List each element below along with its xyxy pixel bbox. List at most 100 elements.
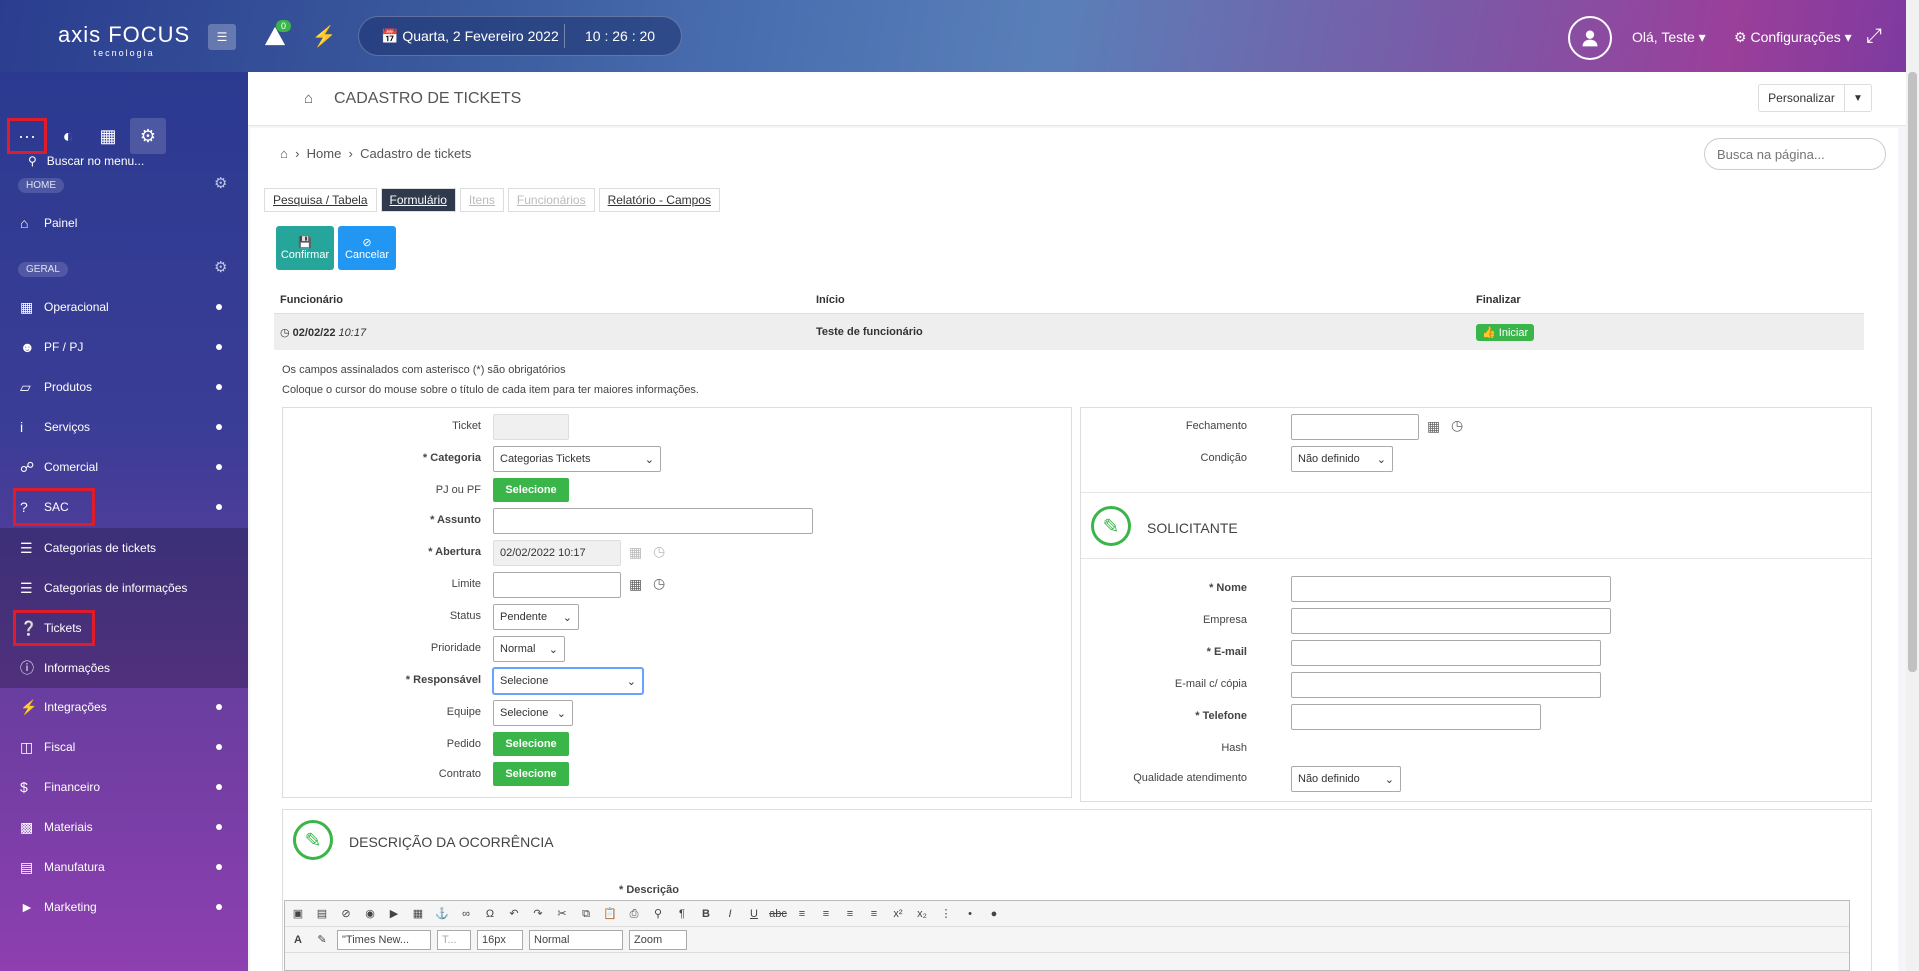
dashboard-icon[interactable]: ◐ bbox=[50, 120, 86, 152]
calendar-icon[interactable]: ▦ bbox=[1427, 418, 1440, 435]
anchor-icon[interactable]: ⚓ bbox=[433, 905, 451, 923]
user-menu[interactable]: Olá, Teste ▾ bbox=[1632, 29, 1706, 46]
sidebar-item-marketing[interactable]: ► Marketing bbox=[0, 890, 248, 924]
responsavel-select[interactable]: Selecione ⌄ bbox=[493, 668, 643, 694]
media-icon[interactable]: ◉ bbox=[361, 905, 379, 923]
personalizar-button[interactable]: Personalizar ▼ bbox=[1758, 84, 1872, 112]
undo-icon[interactable]: ↶ bbox=[505, 905, 523, 923]
print-icon[interactable]: ⎙ bbox=[625, 905, 643, 923]
sidebar-item-informacoes[interactable]: ⓘ Informações bbox=[0, 648, 248, 688]
align-center-icon[interactable]: ≡ bbox=[817, 905, 835, 923]
empresa-input[interactable] bbox=[1291, 608, 1611, 634]
scrollbar-thumb[interactable] bbox=[1908, 72, 1917, 672]
start-button[interactable]: 👍 Iniciar bbox=[1476, 323, 1535, 341]
email-copia-input[interactable] bbox=[1291, 672, 1601, 698]
tab-formulario[interactable]: Formulário bbox=[380, 188, 456, 212]
categoria-select[interactable]: Categorias Tickets ⌄ bbox=[493, 446, 661, 472]
special-char-icon[interactable]: Ω bbox=[481, 905, 499, 923]
unordered-list-icon[interactable]: • bbox=[961, 905, 979, 923]
alarm-clock-icon[interactable]: ◷ bbox=[1451, 417, 1463, 434]
highlight-color-icon[interactable]: ✎ bbox=[313, 931, 331, 949]
sidebar-item-produtos[interactable]: ▱ Produtos bbox=[0, 370, 248, 404]
settings-menu[interactable]: ⚙ Configurações ▾ bbox=[1734, 29, 1852, 46]
menu-toggle-button[interactable]: ☰ bbox=[208, 24, 236, 50]
gear-icon[interactable]: ⚙ bbox=[130, 118, 166, 154]
align-left-icon[interactable]: ≡ bbox=[793, 905, 811, 923]
copy-icon[interactable]: ⧉ bbox=[577, 905, 595, 923]
tab-pesquisa[interactable]: Pesquisa / Tabela bbox=[264, 188, 377, 212]
sidebar-item-categorias-informacoes[interactable]: ☰ Categorias de informações bbox=[0, 568, 248, 608]
sidebar-item-painel[interactable]: ⌂ Painel bbox=[0, 206, 248, 240]
cut-icon[interactable]: ✂ bbox=[553, 905, 571, 923]
assunto-input[interactable] bbox=[493, 508, 813, 534]
sidebar-item-operacional[interactable]: ▦ Operacional bbox=[0, 290, 248, 324]
video-icon[interactable]: ▶ bbox=[385, 905, 403, 923]
gallery-icon[interactable]: ▤ bbox=[313, 905, 331, 923]
redo-icon[interactable]: ↷ bbox=[529, 905, 547, 923]
status-select[interactable]: Pendente ⌄ bbox=[493, 604, 579, 630]
fullscreen-icon[interactable]: ⤢ bbox=[1866, 25, 1882, 48]
flash-icon[interactable]: ⊘ bbox=[337, 905, 355, 923]
prioridade-select[interactable]: Normal ⌄ bbox=[493, 636, 565, 662]
limite-input[interactable] bbox=[493, 572, 621, 598]
bold-icon[interactable]: B bbox=[697, 905, 715, 923]
calendar-icon[interactable]: ▦ bbox=[629, 576, 642, 593]
more-options-button[interactable]: ··· bbox=[7, 118, 47, 154]
gear-icon[interactable]: ⚙ bbox=[214, 174, 227, 192]
sidebar-item-pf-pj[interactable]: ☻ PF / PJ bbox=[0, 330, 248, 364]
app-logo[interactable]: axis FOCUS tecnologia bbox=[58, 22, 190, 58]
sidebar-item-comercial[interactable]: ☍ Comercial bbox=[0, 450, 248, 484]
font-family-select[interactable]: "Times New... bbox=[337, 929, 431, 950]
contrato-select-button[interactable]: Selecione bbox=[493, 762, 569, 786]
pjpf-select-button[interactable]: Selecione bbox=[493, 478, 569, 502]
equipe-select[interactable]: Selecione ⌄ bbox=[493, 700, 573, 726]
home-icon[interactable]: ⌂ bbox=[280, 146, 288, 161]
link-icon[interactable]: ∞ bbox=[457, 905, 475, 923]
sidebar-item-manufatura[interactable]: ▤ Manufatura bbox=[0, 850, 248, 884]
building-icon[interactable]: ▦ bbox=[90, 120, 126, 152]
italic-icon[interactable]: I bbox=[721, 905, 739, 923]
personalizar-label[interactable]: Personalizar bbox=[1759, 85, 1845, 111]
sidebar-item-integracoes[interactable]: ⚡ Integrações bbox=[0, 690, 248, 724]
align-right-icon[interactable]: ≡ bbox=[841, 905, 859, 923]
alarm-clock-icon[interactable]: ◷ bbox=[653, 575, 665, 592]
strikethrough-icon[interactable]: abc bbox=[769, 905, 787, 923]
qualidade-select[interactable]: Não definido ⌄ bbox=[1291, 766, 1401, 792]
lightning-icon[interactable]: ⚡ bbox=[312, 22, 337, 50]
text-color-icon[interactable]: A bbox=[289, 931, 307, 949]
cancel-button[interactable]: ⊘ Cancelar bbox=[338, 226, 396, 270]
table-icon[interactable]: ▦ bbox=[409, 905, 427, 923]
image-icon[interactable]: ▣ bbox=[289, 905, 307, 923]
nome-input[interactable] bbox=[1291, 576, 1611, 602]
find-icon[interactable]: ⚲ bbox=[649, 905, 667, 923]
rich-text-editor[interactable]: ▣ ▤ ⊘ ◉ ▶ ▦ ⚓ ∞ Ω ↶ ↷ ✂ ⧉ 📋 ⎙ ⚲ ¶ B I U bbox=[284, 900, 1850, 971]
fechamento-input[interactable] bbox=[1291, 414, 1419, 440]
justify-icon[interactable]: ≡ bbox=[865, 905, 883, 923]
paragraph-icon[interactable]: ¶ bbox=[673, 905, 691, 923]
paste-icon[interactable]: 📋 bbox=[601, 905, 619, 923]
zoom-select[interactable]: Zoom bbox=[629, 929, 687, 950]
sidebar-item-tickets[interactable]: ❔ Tickets bbox=[0, 608, 248, 648]
tab-relatorio-campos[interactable]: Relatório - Campos bbox=[598, 188, 720, 212]
breadcrumb-home[interactable]: Home bbox=[307, 146, 342, 161]
sidebar-item-materiais[interactable]: ▩ Materiais bbox=[0, 810, 248, 844]
underline-icon[interactable]: U bbox=[745, 905, 763, 923]
email-input[interactable] bbox=[1291, 640, 1601, 666]
sidebar-item-categorias-tickets[interactable]: ☰ Categorias de tickets bbox=[0, 528, 248, 568]
condicao-select[interactable]: Não definido ⌄ bbox=[1291, 446, 1393, 472]
confirm-button[interactable]: 💾 Confirmar bbox=[276, 226, 334, 270]
globe-icon[interactable]: ● bbox=[985, 905, 1003, 923]
user-avatar[interactable] bbox=[1568, 16, 1612, 60]
menu-search[interactable]: ⚲ Buscar no menu... bbox=[28, 154, 144, 168]
telefone-input[interactable] bbox=[1291, 704, 1541, 730]
ordered-list-icon[interactable]: ⋮ bbox=[937, 905, 955, 923]
subscript-icon[interactable]: x₂ bbox=[913, 905, 931, 923]
gear-icon[interactable]: ⚙ bbox=[214, 258, 227, 276]
sidebar-item-sac[interactable]: ? SAC bbox=[0, 488, 248, 526]
chevron-down-icon[interactable]: ▼ bbox=[1845, 93, 1871, 104]
sidebar-item-financeiro[interactable]: $ Financeiro bbox=[0, 770, 248, 804]
scrollbar[interactable] bbox=[1906, 0, 1919, 971]
sidebar-item-servicos[interactable]: i Serviços bbox=[0, 410, 248, 444]
sidebar-item-fiscal[interactable]: ◫ Fiscal bbox=[0, 730, 248, 764]
page-search-input[interactable] bbox=[1704, 138, 1886, 170]
